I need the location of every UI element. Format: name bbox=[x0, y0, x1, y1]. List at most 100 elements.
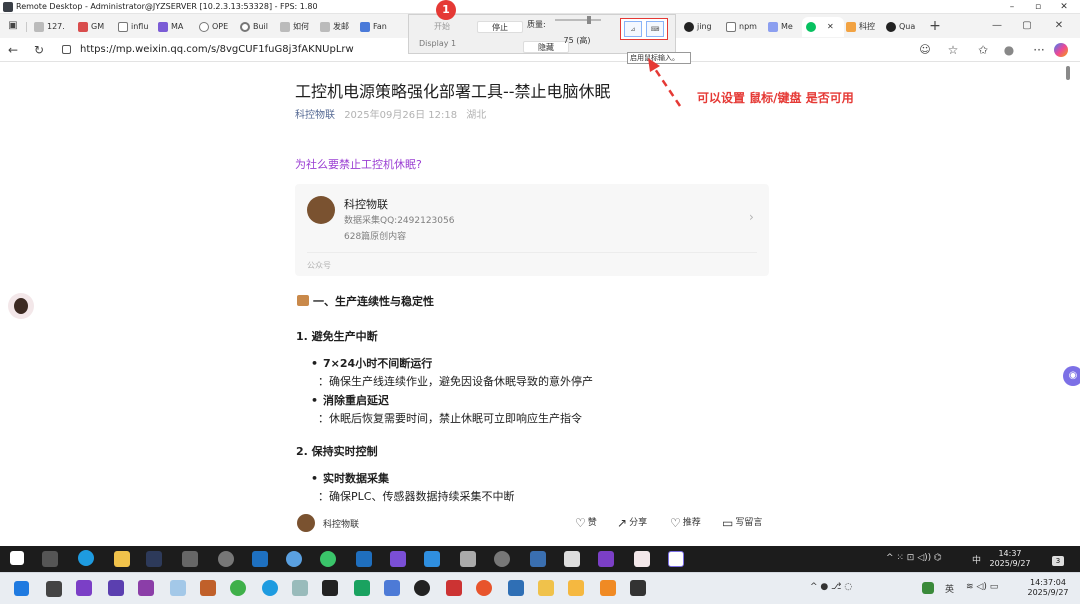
remote-desktop-icon[interactable] bbox=[630, 580, 646, 596]
edge-icon[interactable] bbox=[262, 580, 278, 596]
folder-icon[interactable] bbox=[114, 551, 130, 567]
app-icon[interactable] bbox=[668, 551, 684, 567]
display-select[interactable]: Display 1 bbox=[419, 38, 479, 50]
assistant-avatar[interactable] bbox=[8, 293, 34, 319]
avatar-app-icon[interactable] bbox=[634, 551, 650, 567]
local-clock[interactable]: 14:37:04 2025/9/27 bbox=[1020, 578, 1076, 598]
app-icon[interactable] bbox=[424, 551, 440, 567]
gear-icon[interactable] bbox=[494, 551, 510, 567]
tab-11[interactable]: npm bbox=[726, 17, 768, 37]
tab-6[interactable]: Buil bbox=[240, 17, 278, 37]
app-icon[interactable] bbox=[530, 551, 546, 567]
visual-studio-icon[interactable] bbox=[598, 551, 614, 567]
tab-5[interactable]: OPE bbox=[199, 17, 237, 37]
tab-2[interactable]: GM bbox=[78, 17, 114, 37]
folder-icon[interactable] bbox=[538, 580, 554, 596]
chat-icon[interactable] bbox=[320, 551, 336, 567]
app-icon[interactable] bbox=[460, 551, 476, 567]
app-icon[interactable] bbox=[446, 580, 462, 596]
remote-clock[interactable]: 14:37 2025/9/27 bbox=[988, 549, 1032, 569]
maximize-button[interactable]: ▫ bbox=[1026, 0, 1050, 14]
app-icon[interactable] bbox=[292, 580, 308, 596]
tab-active-wechat[interactable]: ✕ bbox=[802, 17, 844, 37]
app-icon[interactable] bbox=[390, 551, 406, 567]
mouse-icon[interactable]: ⊿ bbox=[624, 21, 642, 37]
local-ime[interactable]: 英 bbox=[945, 582, 954, 595]
mouse-keyboard-toggle[interactable]: ⊿ ⌨ bbox=[620, 18, 668, 40]
account-card[interactable]: 科控物联 数据采集QQ:2492123056 628篇原创内容 › 公众号 bbox=[295, 184, 769, 276]
page-scrollbar[interactable] bbox=[1066, 66, 1070, 80]
comment-button[interactable]: ▭ 写留言 bbox=[722, 515, 762, 530]
app-icon[interactable] bbox=[384, 580, 400, 596]
tab-actions-icon[interactable]: ▣ bbox=[4, 17, 22, 35]
app-icon[interactable] bbox=[508, 580, 524, 596]
stop-button[interactable]: 停止 bbox=[477, 21, 523, 33]
floating-tool-icon[interactable]: ◉ bbox=[1063, 366, 1080, 386]
tab-1[interactable]: 127. bbox=[34, 17, 72, 37]
app-icon[interactable] bbox=[414, 580, 430, 596]
settings-icon[interactable] bbox=[182, 551, 198, 567]
app-icon[interactable] bbox=[322, 580, 338, 596]
lock-icon bbox=[62, 45, 71, 54]
minimize-button[interactable]: – bbox=[1000, 0, 1024, 14]
windows-start-icon[interactable] bbox=[14, 581, 29, 596]
app-icon[interactable] bbox=[564, 551, 580, 567]
powershell-icon[interactable] bbox=[356, 551, 372, 567]
app-icon[interactable] bbox=[170, 580, 186, 596]
close-button[interactable]: ✕ bbox=[1052, 0, 1076, 14]
app-icon[interactable] bbox=[200, 580, 216, 596]
bottom-account-name[interactable]: 科控物联 bbox=[323, 517, 359, 530]
wifi-sound-battery-icon[interactable]: ≋ ◁) ▭ bbox=[966, 582, 998, 592]
app-icon[interactable] bbox=[354, 580, 370, 596]
app-icon[interactable] bbox=[252, 551, 268, 567]
favorites-list-icon[interactable]: ✩ bbox=[974, 41, 992, 59]
profile-icon[interactable]: ● bbox=[1000, 41, 1018, 59]
app-icon[interactable] bbox=[138, 580, 154, 596]
search-app-icon[interactable] bbox=[286, 551, 302, 567]
network-icon[interactable] bbox=[218, 551, 234, 567]
browser-minimize-button[interactable]: — bbox=[988, 17, 1006, 35]
tray-overflow-icon[interactable]: ^ ⁙ ⊡ ◁)) ⌬ bbox=[886, 553, 942, 563]
notes-icon[interactable] bbox=[568, 580, 584, 596]
tab-10[interactable]: jing bbox=[684, 17, 724, 37]
taskview-icon[interactable] bbox=[42, 551, 58, 567]
tab-9[interactable]: Fan bbox=[360, 17, 400, 37]
like-button[interactable]: ♡ 赞 bbox=[575, 515, 597, 530]
app-icon[interactable] bbox=[600, 580, 616, 596]
close-tab-icon[interactable]: ✕ bbox=[827, 22, 834, 31]
emoji-icon[interactable]: ☺ bbox=[916, 41, 934, 59]
keyboard-icon[interactable]: ⌨ bbox=[646, 21, 664, 37]
visual-studio-icon[interactable] bbox=[76, 580, 92, 596]
back-button[interactable]: ← bbox=[4, 41, 22, 59]
remote-ime[interactable]: 中 bbox=[972, 553, 981, 566]
browser-maximize-button[interactable]: ▢ bbox=[1018, 17, 1036, 35]
tray-icons[interactable]: ^ ● ⎇ ◌ bbox=[810, 582, 852, 592]
tab-12[interactable]: Me bbox=[768, 17, 804, 37]
refresh-button[interactable]: ↻ bbox=[30, 41, 48, 59]
tab-14[interactable]: Qua bbox=[886, 17, 926, 37]
tab-8[interactable]: 发邮 bbox=[320, 17, 358, 37]
terminal-icon[interactable] bbox=[146, 551, 162, 567]
account-link[interactable]: 科控物联 bbox=[295, 110, 335, 121]
taskview-icon[interactable] bbox=[46, 581, 62, 597]
tab-13[interactable]: 科控 bbox=[846, 17, 884, 37]
new-tab-button[interactable]: + bbox=[926, 17, 944, 35]
share-button[interactable]: ↗ 分享 bbox=[617, 515, 647, 530]
clover-icon[interactable] bbox=[230, 580, 246, 596]
edge-icon[interactable] bbox=[78, 550, 94, 566]
more-menu-icon[interactable]: ··· bbox=[1030, 41, 1048, 59]
tray-app-icon[interactable] bbox=[922, 582, 934, 594]
recommend-button[interactable]: ♡ 推荐 bbox=[670, 515, 701, 530]
start-icon[interactable] bbox=[10, 551, 24, 565]
vscode-icon[interactable] bbox=[108, 580, 124, 596]
copilot-icon[interactable] bbox=[1052, 41, 1070, 59]
quality-slider[interactable] bbox=[555, 16, 601, 24]
tab-4[interactable]: MA bbox=[158, 17, 196, 37]
browser-close-button[interactable]: ✕ bbox=[1050, 17, 1068, 35]
notification-badge[interactable]: 3 bbox=[1052, 556, 1064, 566]
tab-7[interactable]: 如何 bbox=[280, 17, 318, 37]
app-icon[interactable] bbox=[476, 580, 492, 596]
tab-3[interactable]: influ bbox=[118, 17, 156, 37]
favorite-star-icon[interactable]: ☆ bbox=[944, 41, 962, 59]
start-button[interactable]: 开始 bbox=[419, 21, 465, 33]
